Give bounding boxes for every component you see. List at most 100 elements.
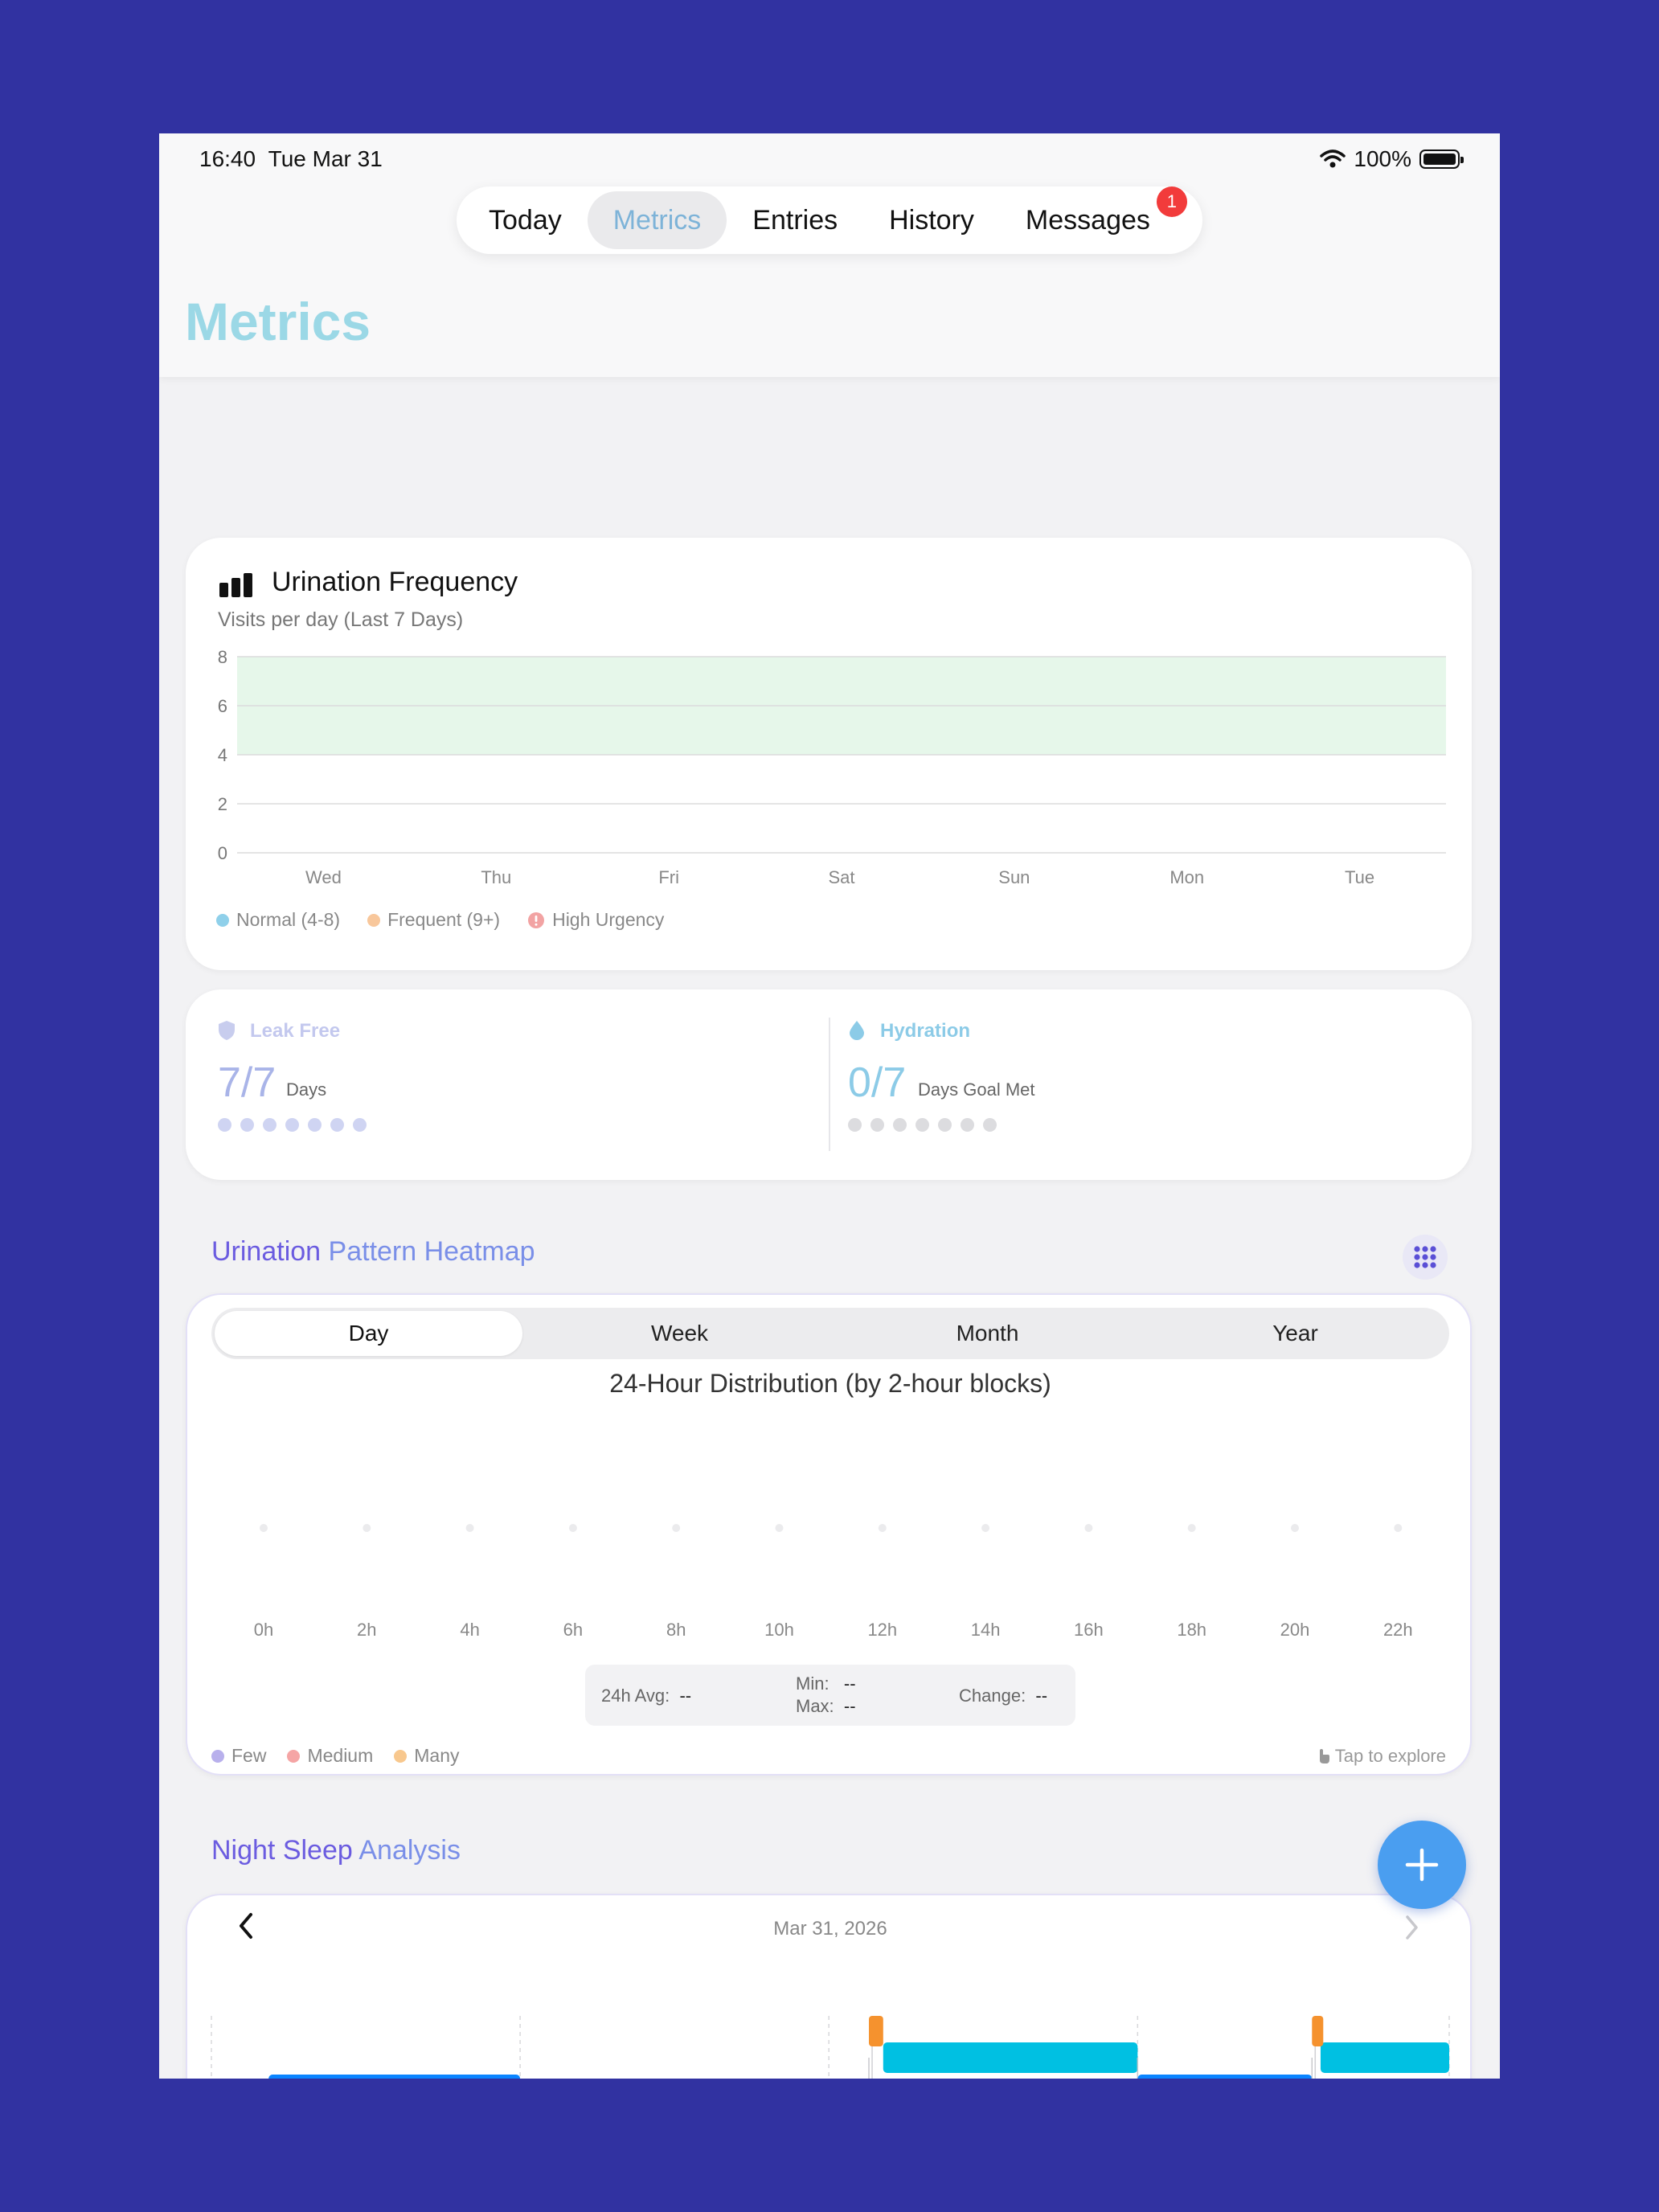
legend-urgency-label: High Urgency — [552, 909, 665, 930]
awake-mark — [1312, 2016, 1324, 2046]
sleep-segment — [1320, 2042, 1449, 2073]
summary-min-value: -- — [843, 1673, 856, 1694]
hour-label: 22h — [1383, 1620, 1413, 1640]
summary-change: Change: -- — [959, 1686, 1047, 1706]
heatmap-cell — [672, 1524, 681, 1532]
tab-today[interactable]: Today — [463, 191, 588, 249]
grid-dot — [1414, 1254, 1420, 1260]
legend-medium-swatch — [287, 1749, 301, 1763]
grid-dot — [1430, 1254, 1436, 1260]
alert-icon — [528, 911, 545, 928]
summary-max-value: -- — [843, 1696, 856, 1716]
summary-change-value: -- — [1035, 1686, 1048, 1706]
grid-dot — [1414, 1262, 1420, 1268]
hour-label: 2h — [357, 1620, 376, 1640]
legend-medium: Medium — [287, 1745, 373, 1767]
grid-dot — [1414, 1246, 1420, 1252]
tab-messages[interactable]: Messages 1 — [1000, 186, 1187, 249]
x-tick-label: Wed — [305, 867, 342, 887]
x-tick-label: Thu — [481, 867, 511, 887]
leak-free-stat[interactable]: Leak Free 7/7 Days — [218, 989, 780, 1180]
y-tick-label: 4 — [218, 745, 227, 765]
scroll-content[interactable]: Urination Frequency Visits per day (Last… — [159, 377, 1500, 2079]
summary-max: Max: -- — [796, 1696, 856, 1717]
leak-free-unit: Days — [286, 1079, 327, 1100]
frequency-chart[interactable]: 0 2 4 6 8 Wed Thu Fri Sat Sun Mon Tue — [186, 538, 1472, 970]
app-screen: 16:40 Tue Mar 31 100% Today Metrics Entr… — [159, 133, 1500, 2079]
stats-divider — [829, 1018, 830, 1151]
stats-card: Leak Free 7/7 Days Hydration 0/7 Days Go… — [186, 989, 1472, 1180]
legend-few-swatch — [211, 1749, 224, 1763]
status-time: 16:40 Tue Mar 31 — [199, 146, 383, 172]
legend-normal-label: Normal (4-8) — [236, 909, 341, 930]
legend-many: Many — [394, 1745, 460, 1767]
water-drop-icon — [850, 1021, 864, 1040]
sleep-timeline-chart[interactable]: 22:3000:1802:0603:5405:43 — [187, 1895, 1473, 2079]
day-dot — [961, 1118, 974, 1132]
summary-avg: 24h Avg: -- — [601, 1686, 691, 1706]
heatmap-cell — [1394, 1524, 1403, 1532]
header: 16:40 Tue Mar 31 100% Today Metrics Entr… — [159, 133, 1500, 377]
heatmap-summary: 24h Avg: -- Min: -- Max: -- Change: -- — [585, 1665, 1075, 1726]
summary-avg-value: -- — [679, 1686, 692, 1706]
hour-label: 8h — [666, 1620, 686, 1640]
legend-urgency: High Urgency — [527, 909, 664, 931]
tab-history[interactable]: History — [863, 191, 1000, 249]
plus-icon — [1405, 1848, 1439, 1882]
frequency-legend: Normal (4-8) Frequent (9+) High Urgency — [216, 909, 664, 931]
hydration-dots — [848, 1118, 997, 1132]
page-title: Metrics — [185, 292, 371, 351]
tap-hint: Tap to explore — [1317, 1746, 1446, 1767]
legend-medium-label: Medium — [307, 1745, 374, 1766]
legend-frequent: Frequent (9+) — [367, 909, 500, 931]
day-dot — [983, 1118, 997, 1132]
status-clock: 16:40 — [199, 146, 256, 171]
y-tick-label: 6 — [218, 696, 227, 716]
x-tick-label: Fri — [658, 867, 679, 887]
day-dot — [916, 1118, 929, 1132]
sleep-segment — [1137, 2075, 1313, 2079]
grid-view-button[interactable] — [1403, 1235, 1448, 1280]
grid-dot — [1422, 1262, 1428, 1268]
frequency-card: Urination Frequency Visits per day (Last… — [186, 538, 1472, 970]
sleep-title-strong: Night Sleep — [211, 1835, 353, 1866]
legend-many-swatch — [394, 1749, 408, 1763]
awake-mark — [869, 2016, 883, 2046]
summary-max-label: Max: — [796, 1696, 834, 1716]
day-dot — [893, 1118, 907, 1132]
hour-label: 20h — [1280, 1620, 1310, 1640]
x-tick-label: Sun — [998, 867, 1030, 887]
hour-label: 10h — [764, 1620, 794, 1640]
hour-label: 0h — [254, 1620, 273, 1640]
tab-bar: Today Metrics Entries History Messages 1 — [457, 186, 1202, 254]
legend-frequent-swatch — [367, 913, 381, 927]
summary-min-label: Min: — [796, 1673, 830, 1694]
hour-label: 14h — [971, 1620, 1001, 1640]
status-date: Tue Mar 31 — [268, 146, 383, 171]
heatmap-cell — [568, 1524, 577, 1532]
y-tick-label: 0 — [218, 843, 227, 863]
grid-dot — [1430, 1262, 1436, 1268]
leak-free-value: 7/7 — [218, 1059, 276, 1106]
hand-tap-icon — [1320, 1749, 1330, 1763]
heatmap-cell — [981, 1524, 990, 1532]
day-dot — [240, 1118, 254, 1132]
tap-hint-label: Tap to explore — [1334, 1746, 1446, 1766]
hydration-stat[interactable]: Hydration 0/7 Days Goal Met — [848, 989, 1443, 1180]
heatmap-cell — [1187, 1524, 1196, 1532]
sleep-card: Mar 31, 2026 22:3000:1802:0603:5405:43 — [186, 1894, 1472, 2079]
tab-metrics[interactable]: Metrics — [587, 191, 727, 249]
add-entry-button[interactable] — [1378, 1821, 1466, 1909]
legend-many-label: Many — [414, 1745, 460, 1766]
leak-free-dots — [218, 1118, 367, 1132]
summary-avg-label: 24h Avg: — [601, 1686, 670, 1706]
shield-icon — [219, 1021, 235, 1040]
tab-entries[interactable]: Entries — [727, 191, 863, 249]
hour-label: 4h — [460, 1620, 479, 1640]
sleep-segment — [268, 2075, 521, 2079]
heatmap-cell — [465, 1524, 474, 1532]
day-dot — [263, 1118, 276, 1132]
day-dot — [218, 1118, 231, 1132]
sleep-title-light: Analysis — [358, 1835, 461, 1866]
heatmap-section-title: Urination Pattern Heatmap — [211, 1236, 535, 1268]
